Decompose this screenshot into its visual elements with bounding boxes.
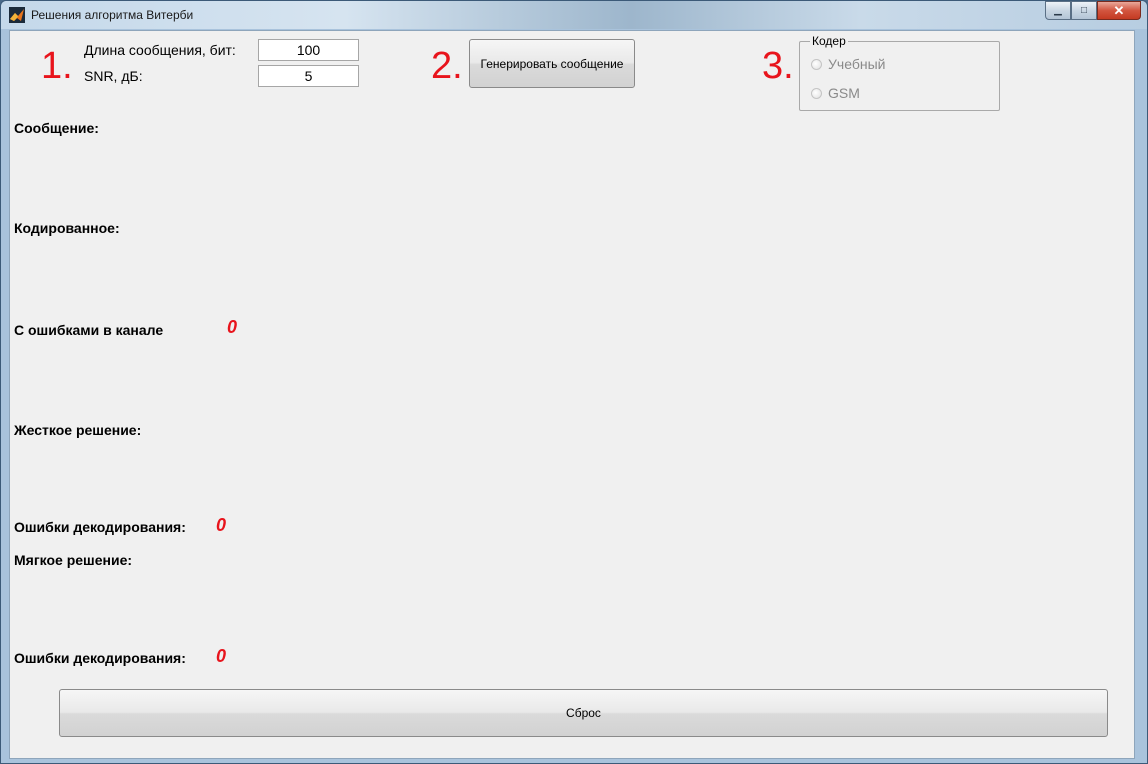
message-length-input[interactable] <box>258 39 359 61</box>
close-button[interactable]: ✕ <box>1097 1 1141 20</box>
step-3-marker: 3. <box>762 45 794 87</box>
hard-decoding-errors-count: 0 <box>216 515 227 535</box>
coder-option-gsm[interactable]: GSM <box>811 85 860 101</box>
channel-errors-count: 0 <box>227 317 238 337</box>
maximize-button[interactable]: □ <box>1071 1 1097 20</box>
snr-input[interactable] <box>258 65 359 87</box>
title-bar[interactable]: Решения алгоритма Витерби ▁ □ ✕ <box>1 1 1147 29</box>
snr-label: SNR, дБ: <box>84 68 143 84</box>
generate-message-button[interactable]: Генерировать сообщение <box>469 39 635 88</box>
radio-button-icon[interactable] <box>811 58 822 70</box>
message-length-label: Длина сообщения, бит: <box>84 42 236 58</box>
window-controls: ▁ □ ✕ <box>1045 1 1141 20</box>
channel-errors-label: С ошибками в канале <box>14 322 164 338</box>
coder-option-label: Учебный <box>828 56 886 72</box>
step-2-marker: 2. <box>431 45 463 87</box>
soft-decoding-errors-count: 0 <box>216 646 227 666</box>
coder-group-title: Кодер <box>810 34 848 48</box>
coder-option-training[interactable]: Учебный <box>811 56 885 72</box>
app-window: Решения алгоритма Витерби ▁ □ ✕ 1. Длина… <box>0 0 1148 764</box>
window-title: Решения алгоритма Витерби <box>31 8 194 22</box>
soft-decoding-errors-label: Ошибки декодирования: <box>14 650 186 666</box>
coder-group: Кодер Учебный GSM <box>799 34 1000 111</box>
message-section-label: Сообщение: <box>14 120 99 136</box>
soft-decision-label: Мягкое решение: <box>14 552 133 568</box>
encoded-section-label: Кодированное: <box>14 220 120 236</box>
maximize-icon: □ <box>1080 5 1088 16</box>
radio-button-icon[interactable] <box>811 87 822 99</box>
close-icon: ✕ <box>1113 2 1125 18</box>
hard-decision-label: Жесткое решение: <box>14 422 142 438</box>
hard-decoding-errors-label: Ошибки декодирования: <box>14 519 186 535</box>
step-1-marker: 1. <box>41 45 73 87</box>
figure-client-area: 1. Длина сообщения, бит: SNR, дБ: 2. Ген… <box>9 30 1135 759</box>
minimize-icon: ▁ <box>1054 5 1062 16</box>
minimize-button[interactable]: ▁ <box>1045 1 1071 20</box>
reset-button[interactable]: Сброс <box>59 689 1108 737</box>
coder-option-label: GSM <box>828 85 860 101</box>
matlab-icon <box>9 7 25 23</box>
